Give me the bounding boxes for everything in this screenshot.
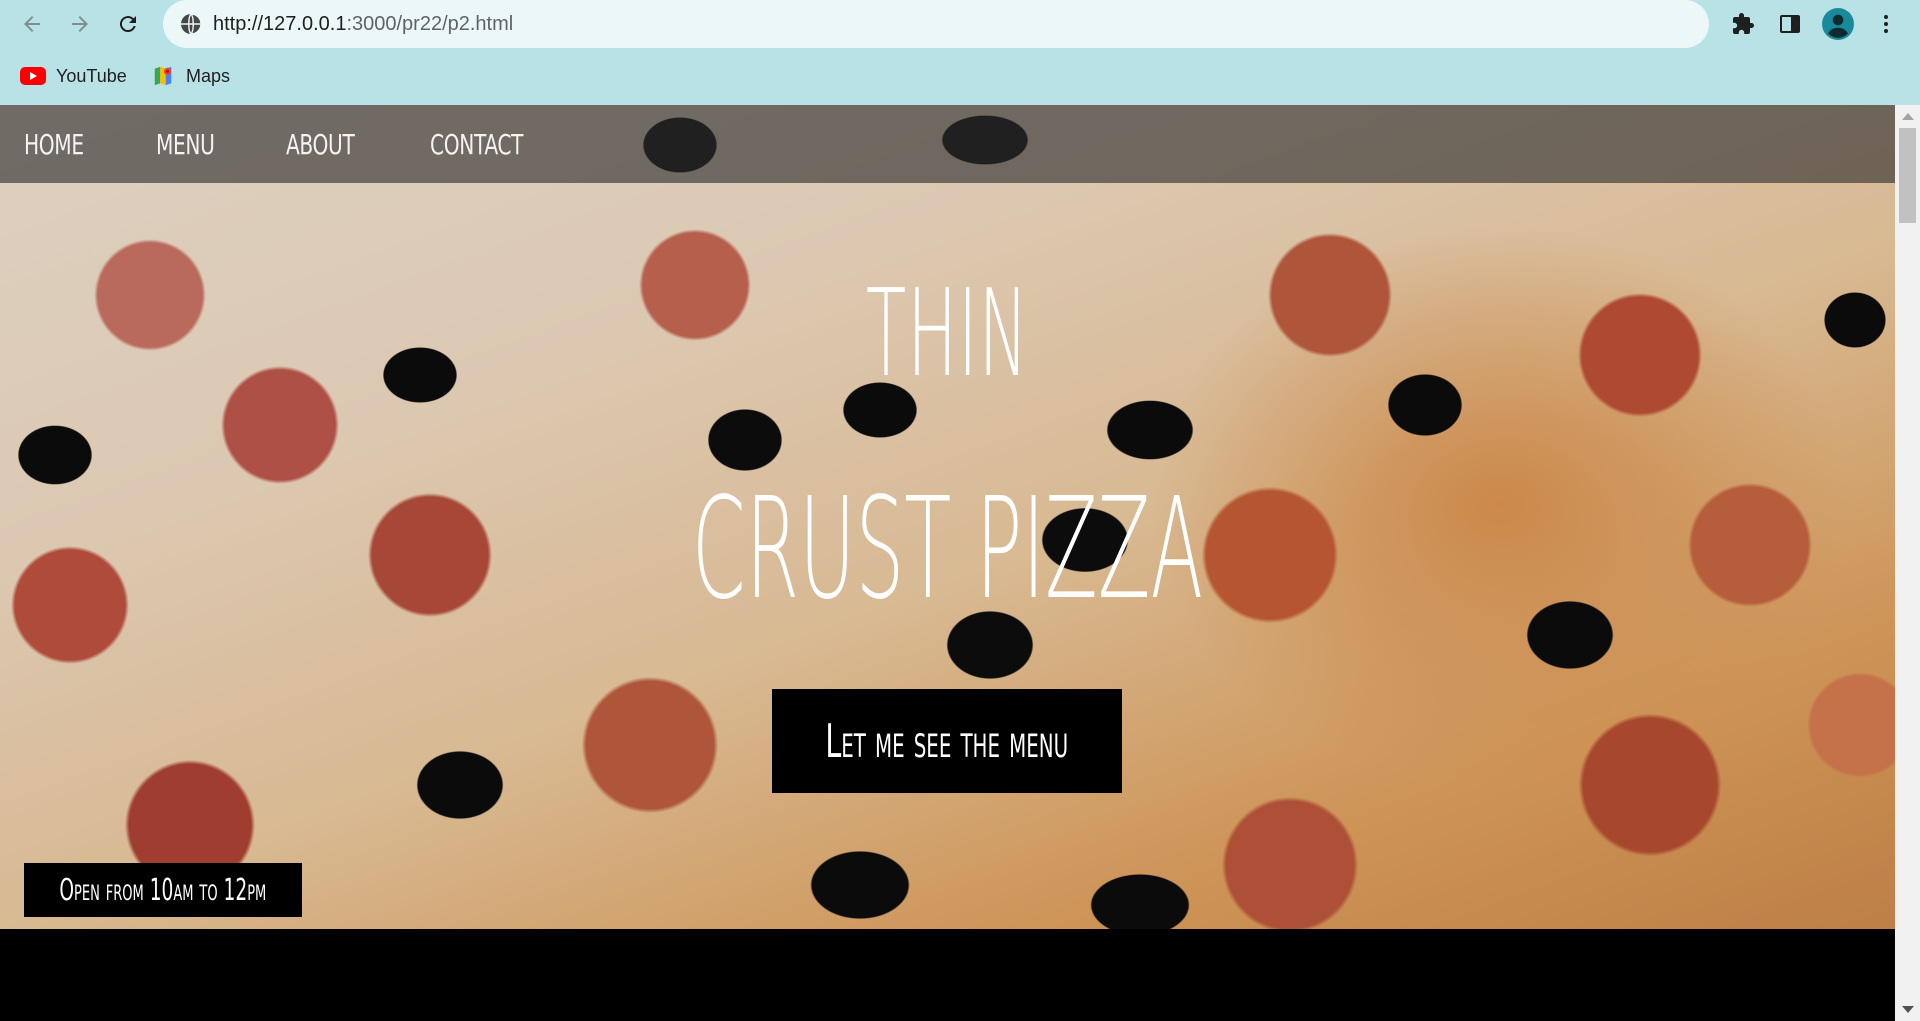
back-button[interactable]	[16, 8, 48, 40]
puzzle-icon	[1733, 13, 1754, 34]
page-footer-band	[0, 929, 1895, 1021]
nav-link-menu[interactable]: MENU	[156, 128, 215, 161]
nav-link-about[interactable]: ABOUT	[286, 128, 355, 161]
hero-title-line1: THIN	[865, 265, 1030, 404]
hero-title-line2: CRUST PIZZA	[691, 468, 1204, 631]
see-menu-button-label: Let me see the menu	[825, 714, 1069, 768]
side-panel-button[interactable]	[1774, 8, 1806, 40]
see-menu-button[interactable]: Let me see the menu	[772, 689, 1122, 793]
reload-icon	[119, 16, 136, 33]
avatar-icon	[1822, 8, 1854, 40]
maps-icon	[154, 66, 172, 86]
opening-hours-text: Open from 10am to 12pm	[59, 872, 267, 908]
arrow-right-icon	[72, 16, 88, 32]
browser-chrome: http://127.0.0.1:3000/pr22/p2.html YouTu…	[0, 0, 1920, 105]
browser-menu-button[interactable]	[1870, 8, 1902, 40]
bookmark-label: Maps	[186, 65, 231, 86]
url-path: :3000/pr22/p2.html	[346, 13, 514, 35]
address-bar[interactable]: http://127.0.0.1:3000/pr22/p2.html	[163, 0, 1709, 48]
reload-button[interactable]	[112, 8, 144, 40]
youtube-icon	[20, 67, 46, 85]
scroll-up-arrow-icon[interactable]	[1902, 113, 1914, 120]
nav-link-contact[interactable]: CONTACT	[430, 128, 523, 161]
opening-hours-badge: Open from 10am to 12pm	[24, 863, 302, 917]
page-scrollbar[interactable]	[1895, 105, 1920, 1021]
extensions-button[interactable]	[1727, 8, 1759, 40]
bookmark-maps[interactable]: Maps	[150, 58, 230, 94]
url-host: http://127.0.0.1	[213, 13, 347, 35]
arrow-left-icon	[24, 16, 40, 32]
scroll-down-arrow-icon[interactable]	[1902, 1006, 1914, 1013]
profile-button[interactable]	[1822, 8, 1854, 40]
site-navbar: HOME MENU ABOUT CONTACT	[0, 105, 1895, 183]
hero-section: HOME MENU ABOUT CONTACT THIN CRUST PIZZA…	[0, 105, 1895, 929]
bookmark-label: YouTube	[56, 65, 127, 86]
more-vert-icon	[1884, 15, 1888, 33]
forward-button[interactable]	[64, 8, 96, 40]
page-viewport: HOME MENU ABOUT CONTACT THIN CRUST PIZZA…	[0, 105, 1895, 1021]
side-panel-icon	[1780, 15, 1800, 33]
nav-link-home[interactable]: HOME	[24, 128, 84, 161]
url-text[interactable]: http://127.0.0.1:3000/pr22/p2.html	[213, 12, 513, 36]
scrollbar-thumb[interactable]	[1899, 128, 1916, 223]
site-info-icon[interactable]	[179, 12, 203, 36]
bookmark-youtube[interactable]: YouTube	[20, 58, 127, 94]
